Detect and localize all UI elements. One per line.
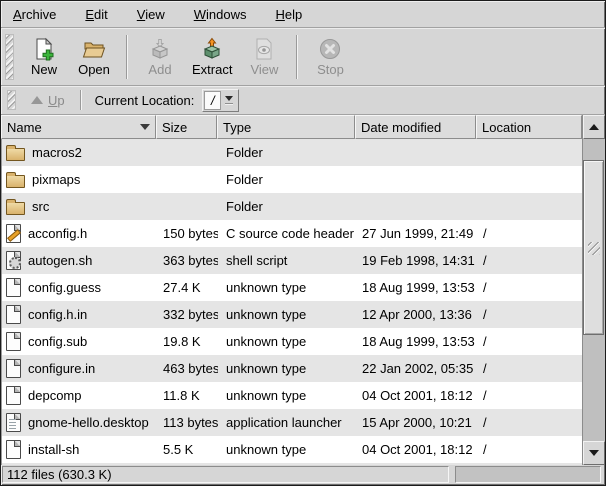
scroll-up-button[interactable] — [583, 115, 605, 139]
folder-icon — [6, 175, 25, 188]
table-header: Name Size Type Date modified Location — [1, 115, 582, 139]
location-bar: Up Current Location: / — [1, 86, 605, 115]
combo-dropdown-icon — [221, 91, 237, 110]
toolbar: New Open Add — [1, 28, 605, 86]
document-icon — [6, 305, 21, 324]
document-icon — [6, 332, 21, 351]
sort-indicator-icon — [140, 124, 150, 130]
column-header-location[interactable]: Location — [476, 115, 582, 139]
pencil-document-icon — [6, 224, 21, 243]
file-table: Name Size Type Date modified Location — [1, 115, 605, 465]
table-row[interactable]: depcomp 11.8 K unknown type 04 Oct 2001,… — [2, 382, 582, 409]
status-text-frame: 112 files (630.3 K) — [2, 466, 449, 483]
view-button-label: View — [250, 62, 278, 77]
menu-help[interactable]: Help — [265, 4, 312, 25]
menu-archive[interactable]: Archive — [3, 4, 66, 25]
open-button-label: Open — [78, 62, 110, 77]
toolbar-drag-handle[interactable] — [5, 34, 14, 80]
progress-frame — [455, 466, 601, 483]
view-button[interactable]: View — [239, 34, 289, 80]
location-combo-value: / — [204, 91, 221, 110]
menu-bar: Archive Edit View Windows Help — [1, 1, 605, 28]
gear-document-icon — [6, 251, 21, 270]
vertical-scrollbar[interactable] — [582, 115, 605, 465]
document-icon — [6, 440, 21, 459]
extract-archive-icon — [200, 37, 224, 61]
table-row[interactable]: acconfig.h 150 bytes C source code heade… — [2, 220, 582, 247]
up-button-label: Up — [48, 93, 65, 108]
status-bar: 112 files (630.3 K) — [1, 465, 605, 485]
table-row[interactable]: gnome-hello.desktop 113 bytes applicatio… — [2, 409, 582, 436]
location-bar-separator — [80, 90, 82, 110]
stop-button[interactable]: Stop — [305, 34, 355, 80]
table-row[interactable]: install-sh 5.5 K unknown type 04 Oct 200… — [2, 436, 582, 463]
column-header-size[interactable]: Size — [156, 115, 217, 139]
new-button[interactable]: New — [19, 34, 69, 80]
text-document-icon — [6, 413, 21, 432]
table-row[interactable]: macros2 Folder — [2, 139, 582, 166]
table-row[interactable]: pixmaps Folder — [2, 166, 582, 193]
document-icon — [6, 278, 21, 297]
archive-manager-window: Archive Edit View Windows Help New — [0, 0, 606, 486]
extract-button-label: Extract — [192, 62, 232, 77]
open-folder-icon — [82, 37, 106, 61]
table-row[interactable]: autogen.sh 363 bytes shell script 19 Feb… — [2, 247, 582, 274]
toolbar-separator — [296, 35, 298, 79]
add-button[interactable]: Add — [135, 34, 185, 80]
location-combo[interactable]: / — [202, 89, 239, 112]
folder-icon — [6, 148, 25, 161]
menu-view[interactable]: View — [127, 4, 175, 25]
column-header-type[interactable]: Type — [217, 115, 355, 139]
extract-button[interactable]: Extract — [185, 34, 239, 80]
stop-icon — [318, 37, 342, 61]
stop-button-label: Stop — [317, 62, 344, 77]
scroll-down-button[interactable] — [583, 441, 605, 465]
location-bar-drag-handle[interactable] — [7, 90, 16, 110]
scrollbar-thumb[interactable] — [583, 160, 604, 335]
menu-windows[interactable]: Windows — [184, 4, 257, 25]
new-button-label: New — [31, 62, 57, 77]
table-viewport: macros2 Folder pixmaps Folder src Folder… — [1, 139, 582, 465]
document-icon — [6, 386, 21, 405]
add-button-label: Add — [148, 62, 171, 77]
status-text: 112 files (630.3 K) — [7, 467, 112, 482]
table-row[interactable]: config.sub 19.8 K unknown type 18 Aug 19… — [2, 328, 582, 355]
view-file-icon — [252, 37, 276, 61]
add-to-archive-icon — [148, 37, 172, 61]
scroll-up-icon — [589, 124, 599, 130]
scroll-down-icon — [589, 450, 599, 456]
table-row[interactable]: config.guess 27.4 K unknown type 18 Aug … — [2, 274, 582, 301]
folder-icon — [6, 202, 25, 215]
scrollbar-track[interactable] — [583, 139, 605, 441]
up-button[interactable]: Up — [23, 90, 73, 111]
menu-edit[interactable]: Edit — [75, 4, 117, 25]
table-row[interactable]: config.h.in 332 bytes unknown type 12 Ap… — [2, 301, 582, 328]
table-row[interactable]: configure.in 463 bytes unknown type 22 J… — [2, 355, 582, 382]
open-button[interactable]: Open — [69, 34, 119, 80]
toolbar-separator — [126, 35, 128, 79]
column-header-name[interactable]: Name — [1, 115, 156, 139]
new-document-icon — [32, 37, 56, 61]
document-icon — [6, 359, 21, 378]
column-header-date-modified[interactable]: Date modified — [355, 115, 476, 139]
table-row[interactable]: src Folder — [2, 193, 582, 220]
current-location-label: Current Location: — [95, 93, 195, 108]
up-arrow-icon — [31, 96, 43, 104]
